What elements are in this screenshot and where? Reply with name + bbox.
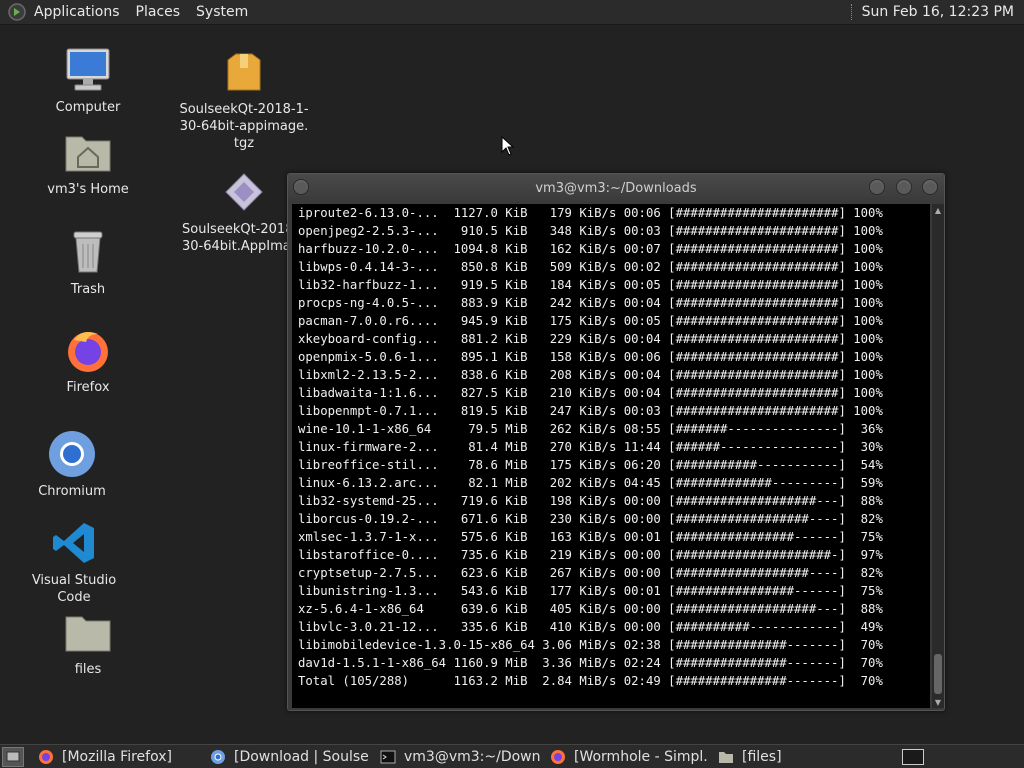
task-label: [Mozilla Firefox] bbox=[62, 748, 172, 765]
desktop-icon-vscode[interactable]: Visual Studio Code bbox=[14, 518, 134, 606]
terminal-icon bbox=[380, 750, 396, 763]
close-button[interactable] bbox=[922, 179, 938, 195]
firefox-icon bbox=[63, 325, 113, 375]
terminal-line: libimobiledevice-1.3.0-15-x86_64 3.06 Mi… bbox=[298, 638, 883, 652]
chromium-icon bbox=[47, 429, 97, 479]
terminal-output[interactable]: iproute2-6.13.0-... 1127.0 KiB 179 KiB/s… bbox=[292, 204, 930, 708]
desktop-icon-firefox[interactable]: Firefox bbox=[48, 325, 128, 396]
task-files[interactable]: [files] bbox=[712, 746, 832, 768]
window-menu-button[interactable] bbox=[293, 179, 309, 195]
terminal-line: lib32-systemd-25... 719.6 KiB 198 KiB/s … bbox=[298, 494, 883, 508]
terminal-line: openjpeg2-2.5.3-... 910.5 KiB 348 KiB/s … bbox=[298, 224, 883, 238]
vscode-icon bbox=[49, 518, 99, 568]
desktop-icon-label: SoulseekQt-2018-1- bbox=[179, 102, 309, 117]
panel-separator bbox=[850, 4, 854, 20]
desktop-icon-soulseek-tgz[interactable]: SoulseekQt-2018-1- 30-64bit-appimage. tg… bbox=[179, 47, 309, 152]
terminal-line: pacman-7.0.0.r6.... 945.9 KiB 175 KiB/s … bbox=[298, 314, 883, 328]
desktop-icon-chromium[interactable]: Chromium bbox=[32, 429, 112, 500]
maximize-button[interactable] bbox=[896, 179, 912, 195]
applications-menu[interactable]: Applications bbox=[34, 4, 120, 20]
desktop-icon-label: Trash bbox=[70, 282, 106, 297]
terminal-line: wine-10.1-1-x86_64 79.5 MiB 262 KiB/s 08… bbox=[298, 422, 883, 436]
terminal-title: vm3@vm3:~/Downloads bbox=[535, 180, 697, 196]
minimize-button[interactable] bbox=[869, 179, 885, 195]
terminal-line: libxml2-2.13.5-2... 838.6 KiB 208 KiB/s … bbox=[298, 368, 883, 382]
task-firefox[interactable]: [Mozilla Firefox] bbox=[32, 746, 200, 768]
task-wormhole[interactable]: [Wormhole - Simpl... bbox=[544, 746, 708, 768]
terminal-line: liborcus-0.19.2-... 671.6 KiB 230 KiB/s … bbox=[298, 512, 883, 526]
desktop-icon-label: files bbox=[74, 662, 102, 677]
desktop-icon-trash[interactable]: Trash bbox=[48, 227, 128, 298]
terminal-line: linux-firmware-2... 81.4 MiB 270 KiB/s 1… bbox=[298, 440, 883, 454]
terminal-line: dav1d-1.5.1-1-x86_64 1160.9 MiB 3.36 MiB… bbox=[298, 656, 883, 670]
appimage-icon bbox=[219, 167, 269, 217]
firefox-icon bbox=[551, 749, 565, 764]
task-label: [Wormhole - Simpl... bbox=[574, 748, 708, 765]
folder-icon bbox=[719, 751, 733, 763]
show-desktop-button[interactable] bbox=[2, 746, 24, 767]
system-menu-icon[interactable] bbox=[8, 3, 26, 21]
terminal-window[interactable]: vm3@vm3:~/Downloads iproute2-6.13.0-... … bbox=[287, 173, 945, 711]
terminal-line: libunistring-1.3... 543.6 KiB 177 KiB/s … bbox=[298, 584, 883, 598]
terminal-line: xz-5.6.4-1-x86_64 639.6 KiB 405 KiB/s 00… bbox=[298, 602, 883, 616]
terminal-line: procps-ng-4.0.5-... 883.9 KiB 242 KiB/s … bbox=[298, 296, 883, 310]
desktop-icon-label: vm3's Home bbox=[47, 182, 129, 197]
home-folder-icon bbox=[63, 127, 113, 177]
desktop-icon-label: Firefox bbox=[66, 380, 110, 395]
terminal-line: libvlc-3.0.21-12... 335.6 KiB 410 KiB/s … bbox=[298, 620, 883, 634]
mouse-pointer-icon bbox=[501, 136, 515, 156]
terminal-titlebar[interactable]: vm3@vm3:~/Downloads bbox=[288, 174, 944, 202]
desktop-icon-label: Visual Studio Code bbox=[31, 573, 117, 605]
terminal-line: xkeyboard-config... 881.2 KiB 229 KiB/s … bbox=[298, 332, 883, 346]
desktop-icon-files[interactable]: files bbox=[48, 607, 128, 678]
terminal-scrollbar[interactable]: ▲ ▼ bbox=[932, 204, 944, 708]
terminal-line: iproute2-6.13.0-... 1127.0 KiB 179 KiB/s… bbox=[298, 206, 883, 220]
terminal-line: linux-6.13.2.arc... 82.1 MiB 202 KiB/s 0… bbox=[298, 476, 883, 490]
places-menu[interactable]: Places bbox=[136, 4, 181, 20]
trash-icon bbox=[63, 227, 113, 277]
task-label: [files] bbox=[742, 748, 782, 765]
terminal-line: harfbuzz-10.2.0-... 1094.8 KiB 162 KiB/s… bbox=[298, 242, 883, 256]
desktop-icon-label: tgz bbox=[233, 136, 255, 151]
terminal-line: libstaroffice-0.... 735.6 KiB 219 KiB/s … bbox=[298, 548, 883, 562]
workspace-switcher[interactable] bbox=[902, 749, 924, 765]
folder-icon bbox=[63, 607, 113, 657]
desktop-icon-label: Chromium bbox=[38, 484, 106, 499]
task-terminal[interactable]: vm3@vm3:~/Downl... bbox=[374, 746, 540, 768]
desktop-icon-soulseek-appimage[interactable]: SoulseekQt-2018 30-64bit.AppIma bbox=[182, 167, 304, 255]
desktop-icon-label: Computer bbox=[55, 100, 121, 115]
show-desktop-icon bbox=[6, 751, 20, 761]
desktop-icon-label: 30-64bit.AppIma bbox=[182, 239, 291, 254]
terminal-line: openpmix-5.0.6-1... 895.1 KiB 158 KiB/s … bbox=[298, 350, 883, 364]
terminal-line: libwps-0.4.14-3-... 850.8 KiB 509 KiB/s … bbox=[298, 260, 883, 274]
scroll-down-icon[interactable]: ▼ bbox=[932, 696, 944, 708]
computer-icon bbox=[63, 45, 113, 95]
archive-icon bbox=[219, 47, 269, 97]
task-label: [Download | Soulse... bbox=[234, 748, 370, 765]
terminal-line: cryptsetup-2.7.5... 623.6 KiB 267 KiB/s … bbox=[298, 566, 883, 580]
scrollbar-thumb[interactable] bbox=[934, 654, 942, 694]
firefox-icon bbox=[39, 749, 53, 764]
desktop-icon-computer[interactable]: Computer bbox=[48, 45, 128, 116]
top-panel: Applications Places System Sun Feb 16, 1… bbox=[0, 0, 1024, 25]
chromium-icon bbox=[211, 749, 225, 764]
desktop-icon-home[interactable]: vm3's Home bbox=[43, 127, 133, 198]
desktop-icon-label: 30-64bit-appimage. bbox=[179, 119, 309, 134]
system-menu[interactable]: System bbox=[196, 4, 248, 20]
bottom-panel: [Mozilla Firefox] [Download | Soulse... … bbox=[0, 744, 1024, 768]
terminal-line: libadwaita-1:1.6... 827.5 KiB 210 KiB/s … bbox=[298, 386, 883, 400]
desktop-icon-label: SoulseekQt-2018 bbox=[182, 222, 294, 237]
scroll-up-icon[interactable]: ▲ bbox=[932, 204, 944, 216]
terminal-line: xmlsec-1.3.7-1-x... 575.6 KiB 163 KiB/s … bbox=[298, 530, 883, 544]
terminal-line: Total (105/288) 1163.2 MiB 2.84 MiB/s 02… bbox=[298, 674, 883, 688]
task-download-soulseek[interactable]: [Download | Soulse... bbox=[204, 746, 370, 768]
terminal-line: lib32-harfbuzz-1... 919.5 KiB 184 KiB/s … bbox=[298, 278, 883, 292]
clock[interactable]: Sun Feb 16, 12:23 PM bbox=[862, 4, 1014, 20]
terminal-line: libreoffice-stil... 78.6 MiB 175 KiB/s 0… bbox=[298, 458, 883, 472]
terminal-line: libopenmpt-0.7.1... 819.5 KiB 247 KiB/s … bbox=[298, 404, 883, 418]
task-label: vm3@vm3:~/Downl... bbox=[404, 748, 540, 765]
